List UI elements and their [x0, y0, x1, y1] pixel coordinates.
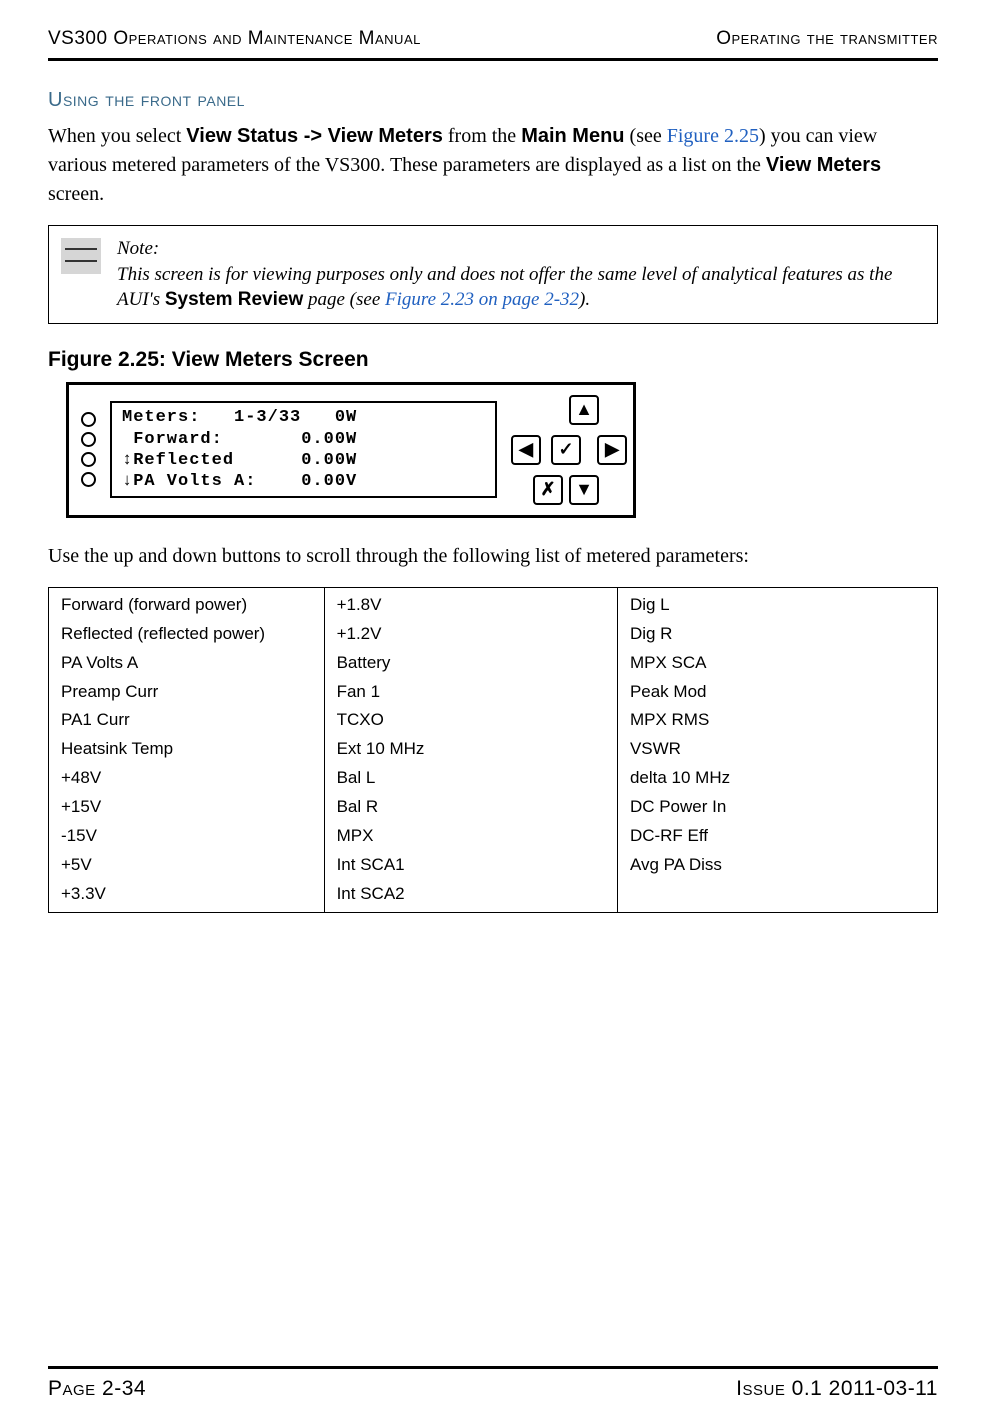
instruction-text: Use the up and down buttons to scroll th…: [48, 542, 938, 571]
main-menu-label: Main Menu: [521, 125, 624, 147]
down-button[interactable]: ▼: [569, 475, 599, 505]
parameters-table: Forward (forward power)Reflected (reflec…: [48, 587, 938, 913]
page-header: VS300 Operations and Maintenance Manual …: [48, 28, 938, 61]
chapter-title: Operating the transmitter: [716, 28, 938, 50]
note-text: Note: This screen is for viewing purpose…: [117, 236, 925, 313]
params-col-2: +1.8V+1.2VBatteryFan 1TCXOExt 10 MHzBal …: [324, 587, 617, 912]
ok-button[interactable]: ✓: [551, 435, 581, 465]
note-icon: [61, 238, 101, 274]
led-icon: [81, 452, 96, 467]
intro-paragraph: When you select View Status -> View Mete…: [48, 122, 938, 209]
left-button[interactable]: ◀: [511, 435, 541, 465]
doc-title: VS300 Operations and Maintenance Manual: [48, 28, 421, 50]
section-heading: Using the front panel: [48, 89, 938, 112]
screen-name: View Meters: [766, 154, 881, 176]
cancel-button[interactable]: ✗: [533, 475, 563, 505]
front-panel-figure: Meters: 1-3/33 0W Forward: 0.00W ↕Reflec…: [66, 382, 636, 518]
params-col-3: Dig LDig RMPX SCAPeak ModMPX RMSVSWRdelt…: [617, 587, 937, 912]
page-number: Page 2-34: [48, 1377, 146, 1401]
note-figure-link[interactable]: Figure 2.23 on page 2-32: [385, 289, 579, 310]
led-column: [81, 412, 96, 487]
table-row: Forward (forward power)Reflected (reflec…: [49, 587, 938, 912]
figure-link[interactable]: Figure 2.25: [667, 125, 759, 147]
right-button[interactable]: ▶: [597, 435, 627, 465]
figure-caption: Figure 2.25: View Meters Screen: [48, 348, 938, 372]
note-box: Note: This screen is for viewing purpose…: [48, 225, 938, 324]
nav-path: View Status -> View Meters: [186, 125, 443, 147]
lcd-screen: Meters: 1-3/33 0W Forward: 0.00W ↕Reflec…: [110, 401, 497, 498]
page-footer: Page 2-34 Issue 0.1 2011-03-11: [48, 1366, 938, 1401]
params-col-1: Forward (forward power)Reflected (reflec…: [49, 587, 325, 912]
led-icon: [81, 472, 96, 487]
led-icon: [81, 412, 96, 427]
up-button[interactable]: ▲: [569, 395, 599, 425]
dpad: ▲ ✓ ◀ ▶ ✗ ▼: [511, 395, 621, 505]
issue-date: Issue 0.1 2011-03-11: [736, 1377, 938, 1401]
led-icon: [81, 432, 96, 447]
